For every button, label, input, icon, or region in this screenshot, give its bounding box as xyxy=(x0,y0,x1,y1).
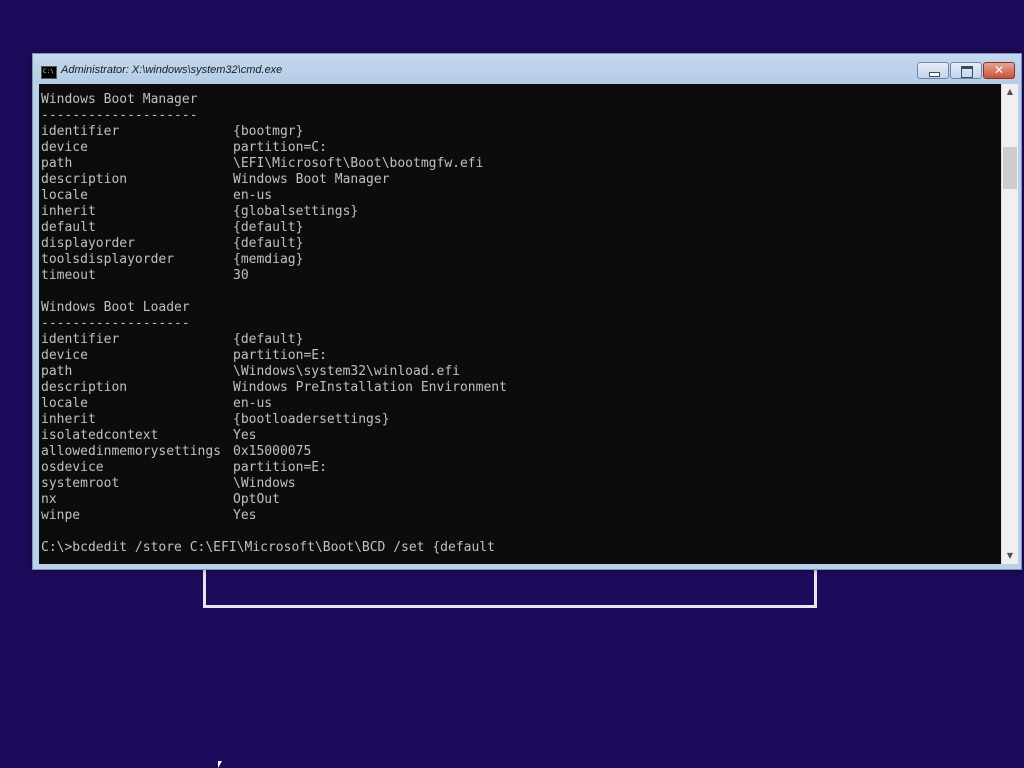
maximize-icon xyxy=(961,66,973,78)
bcd-entry-line: displayorder {default} xyxy=(41,236,507,252)
bcd-entry-line: description Windows Boot Manager xyxy=(41,172,507,188)
bcd-entry-value: {bootloadersettings} xyxy=(233,412,390,427)
maximize-button[interactable] xyxy=(950,62,982,79)
bcd-entry-line: osdevice partition=E: xyxy=(41,460,507,476)
bcd-entry-value: \Windows xyxy=(233,476,296,491)
command-prompt-line[interactable]: C:\>bcdedit /store C:\EFI\Microsoft\Boot… xyxy=(41,540,507,556)
minimize-button[interactable] xyxy=(917,62,949,79)
minimize-icon xyxy=(929,72,940,77)
bcd-entry-key: device xyxy=(41,348,88,363)
bcd-entry-line: nx OptOut xyxy=(41,492,507,508)
bcd-entry-value: Windows PreInstallation Environment xyxy=(233,380,507,395)
bcd-entry-line: device partition=C: xyxy=(41,140,507,156)
bcd-entry-line: identifier {bootmgr} xyxy=(41,124,507,140)
bcd-entry-value: partition=E: xyxy=(233,460,327,475)
title-bar[interactable]: C:\ Administrator: X:\windows\system32\c… xyxy=(33,54,1021,84)
bcd-entry-value: 0x15000075 xyxy=(233,444,312,459)
bcd-entry-line: isolatedcontext Yes xyxy=(41,428,507,444)
bcd-entry-key: toolsdisplayorder xyxy=(41,252,175,267)
bcd-entry-key: device xyxy=(41,140,88,155)
vertical-scrollbar[interactable]: ▲ ▼ xyxy=(1001,84,1018,564)
cmd-window[interactable]: C:\ Administrator: X:\windows\system32\c… xyxy=(32,53,1022,570)
scroll-up-arrow-icon[interactable]: ▲ xyxy=(1002,84,1018,100)
bcd-entry-key: inherit xyxy=(41,412,96,427)
bcd-entry-value: partition=E: xyxy=(233,348,327,363)
bcd-entry-value: \EFI\Microsoft\Boot\bootmgfw.efi xyxy=(233,156,484,171)
bcd-entry-value: Yes xyxy=(233,428,257,443)
mouse-pointer-icon xyxy=(218,761,222,768)
bcd-entry-value: en-us xyxy=(233,396,273,411)
boot-manager-header: Windows Boot Manager xyxy=(41,92,198,107)
bcd-entry-key: identifier xyxy=(41,124,120,139)
cmd-app-icon[interactable]: C:\ xyxy=(41,66,57,79)
bcd-entry-key: winpe xyxy=(41,508,81,523)
bcd-entry-line: locale en-us xyxy=(41,188,507,204)
console-text: Windows Boot Manager -------------------… xyxy=(41,92,507,556)
bcd-entry-line: toolsdisplayorder {memdiag} xyxy=(41,252,507,268)
bcd-entry-key: path xyxy=(41,156,73,171)
boot-manager-entries: identifier {bootmgr} device partition=C: pat… xyxy=(41,124,507,284)
bcd-entry-line: timeout 30 xyxy=(41,268,507,284)
bcd-entry-key: locale xyxy=(41,396,88,411)
bcd-entry-value: partition=C: xyxy=(233,140,327,155)
boot-loader-header: Windows Boot Loader xyxy=(41,300,190,315)
bcd-entry-key: identifier xyxy=(41,332,120,347)
scroll-down-arrow-icon[interactable]: ▼ xyxy=(1002,548,1018,564)
bcd-entry-value: \Windows\system32\winload.efi xyxy=(233,364,460,379)
bcd-entry-key: locale xyxy=(41,188,88,203)
caption-buttons: ✕ xyxy=(916,62,1015,80)
bcd-entry-value: {default} xyxy=(233,220,304,235)
bcd-entry-line: description Windows PreInstallation Envir… xyxy=(41,380,507,396)
bcd-entry-line: identifier {default} xyxy=(41,332,507,348)
bcd-entry-value: {default} xyxy=(233,236,304,251)
close-button[interactable]: ✕ xyxy=(983,62,1015,79)
bcd-entry-value: Yes xyxy=(233,508,257,523)
scroll-thumb[interactable] xyxy=(1003,147,1017,189)
bcd-entry-key: timeout xyxy=(41,268,96,283)
bcd-entry-key: isolatedcontext xyxy=(41,428,159,443)
bcd-entry-value: OptOut xyxy=(233,492,280,507)
bcd-entry-key: allowedinmemorysettings xyxy=(41,444,222,459)
boot-loader-underline: ------------------- xyxy=(41,316,190,331)
bcd-entry-line: default {default} xyxy=(41,220,507,236)
bcd-entry-value: en-us xyxy=(233,188,273,203)
bcd-entry-line: path \EFI\Microsoft\Boot\bootmgfw.efi xyxy=(41,156,507,172)
bcd-entry-key: inherit xyxy=(41,204,96,219)
bcd-entry-value: {bootmgr} xyxy=(233,124,304,139)
bcd-entry-line: inherit {bootloadersettings} xyxy=(41,412,507,428)
window-title: Administrator: X:\windows\system32\cmd.e… xyxy=(61,64,283,76)
bcd-entry-line: allowedinmemorysettings 0x15000075 xyxy=(41,444,507,460)
bcd-entry-line: inherit {globalsettings} xyxy=(41,204,507,220)
bcd-entry-line: path \Windows\system32\winload.efi xyxy=(41,364,507,380)
bcd-entry-line: locale en-us xyxy=(41,396,507,412)
bcd-entry-value: {memdiag} xyxy=(233,252,304,267)
bcd-entry-key: systemroot xyxy=(41,476,120,491)
bcd-entry-key: path xyxy=(41,364,73,379)
bcd-entry-value: {default} xyxy=(233,332,304,347)
bcd-entry-key: displayorder xyxy=(41,236,135,251)
bcd-entry-line: systemroot \Windows xyxy=(41,476,507,492)
bcd-entry-value: 30 xyxy=(233,268,249,283)
bcd-entry-key: description xyxy=(41,380,128,395)
close-icon: ✕ xyxy=(993,63,1005,77)
bcd-entry-line: device partition=E: xyxy=(41,348,507,364)
bcd-entry-key: osdevice xyxy=(41,460,104,475)
boot-manager-underline: -------------------- xyxy=(41,108,198,123)
console-output[interactable]: Windows Boot Manager -------------------… xyxy=(39,84,1001,564)
boot-loader-entries: identifier {default} device partition=E: pat… xyxy=(41,332,507,524)
bcd-entry-key: default xyxy=(41,220,96,235)
bcd-entry-line: winpe Yes xyxy=(41,508,507,524)
bcd-entry-value: Windows Boot Manager xyxy=(233,172,390,187)
bcd-entry-value: {globalsettings} xyxy=(233,204,359,219)
bcd-entry-key: nx xyxy=(41,492,57,507)
bcd-entry-key: description xyxy=(41,172,128,187)
